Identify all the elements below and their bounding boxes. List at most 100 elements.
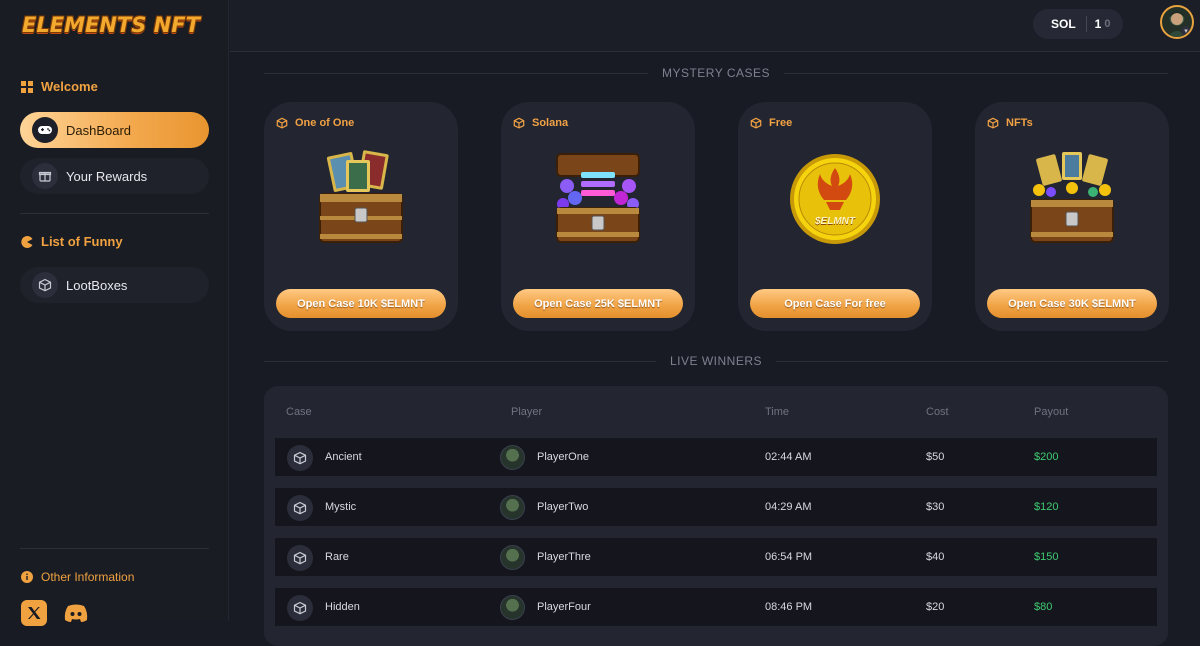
- sidebar-item-lootboxes[interactable]: LootBoxes: [20, 267, 209, 303]
- balance-main: 1: [1094, 17, 1102, 31]
- x-twitter-icon[interactable]: [21, 600, 47, 626]
- box-icon: [287, 445, 313, 471]
- open-case-button[interactable]: Open Case For free: [750, 289, 920, 318]
- sidebar-divider: [20, 548, 209, 549]
- cell-time: 06:54 PM: [765, 551, 813, 563]
- heading-line: [776, 360, 1169, 362]
- cell-time: 02:44 AM: [765, 451, 812, 463]
- section-other-information[interactable]: Other Information: [21, 570, 134, 584]
- table-row[interactable]: Hidden PlayerFour 08:46 PM $20 $80: [275, 588, 1157, 626]
- live-winners-table: Case Player Time Cost Payout Ancient Pla…: [264, 386, 1168, 646]
- table-row[interactable]: Rare PlayerThre 06:54 PM $40 $150: [275, 538, 1157, 576]
- cell-case: Hidden: [325, 601, 360, 613]
- case-title-text: One of One: [295, 117, 355, 129]
- info-icon: [21, 571, 33, 583]
- currency-label: SOL: [1051, 17, 1076, 31]
- grid-icon: [21, 80, 33, 93]
- table-row[interactable]: Ancient PlayerOne 02:44 AM $50 $200: [275, 438, 1157, 476]
- section-title-list-of-funny: List of Funny: [41, 234, 123, 249]
- wallet-balance-pill[interactable]: SOL 1 0: [1033, 9, 1123, 39]
- heading-line: [264, 360, 656, 362]
- heading-line: [784, 72, 1168, 74]
- cell-player: PlayerThre: [537, 551, 591, 563]
- case-card-nfts: NFTs Open Case 30K $ELMNT: [975, 102, 1169, 331]
- treasure-chest-solana-coins-image: [545, 146, 651, 252]
- cell-cost: $20: [926, 601, 945, 613]
- pacman-icon: [21, 235, 33, 248]
- live-winners-title: LIVE WINNERS: [670, 354, 763, 368]
- cell-case: Rare: [325, 551, 349, 563]
- cell-case: Ancient: [325, 451, 362, 463]
- cube-icon: [276, 117, 288, 129]
- cell-time: 04:29 AM: [765, 501, 812, 513]
- cell-player: PlayerTwo: [537, 501, 589, 513]
- case-card-title: Solana: [513, 117, 568, 129]
- player-avatar: [500, 495, 525, 520]
- cell-case: Mystic: [325, 501, 357, 513]
- section-list-of-funny: List of Funny: [21, 234, 123, 249]
- box-icon: [287, 595, 313, 621]
- gift-icon: [32, 163, 58, 189]
- player-avatar: [500, 595, 525, 620]
- user-avatar[interactable]: ▾: [1160, 5, 1194, 39]
- balance-sub: 0: [1104, 18, 1111, 30]
- case-card-title: One of One: [276, 117, 354, 129]
- cube-icon: [750, 117, 762, 129]
- brand-logo[interactable]: ELEMENTS NFT: [22, 13, 200, 41]
- chevron-down-icon: ▾: [1181, 26, 1191, 36]
- heading-line: [264, 72, 648, 74]
- gamepad-icon: [32, 117, 58, 143]
- top-header: SOL 1 0 ▾: [230, 0, 1200, 52]
- sidebar-item-your-rewards[interactable]: Your Rewards: [20, 158, 209, 194]
- box-icon: [287, 495, 313, 521]
- case-card-solana: Solana Open Case 25K $ELMNT: [501, 102, 695, 331]
- cell-payout: $200: [1034, 451, 1059, 463]
- elmnt-gold-coin-image: $ELMNT: [782, 146, 888, 252]
- case-card-title: NFTs: [987, 117, 1033, 129]
- cell-cost: $30: [926, 501, 945, 513]
- open-case-button[interactable]: Open Case 30K $ELMNT: [987, 289, 1157, 318]
- section-title-other-information: Other Information: [41, 570, 135, 584]
- table-row[interactable]: Mystic PlayerTwo 04:29 AM $30 $120: [275, 488, 1157, 526]
- player-avatar: [500, 445, 525, 470]
- treasure-chest-nfts-image: [1019, 146, 1125, 252]
- mystery-cases-title: MYSTERY CASES: [661, 66, 771, 80]
- open-case-button[interactable]: Open Case 10K $ELMNT: [276, 289, 446, 318]
- live-winners-heading: LIVE WINNERS: [264, 354, 1169, 368]
- cube-icon: [513, 117, 525, 129]
- cell-payout: $150: [1034, 551, 1059, 563]
- column-header-cost: Cost: [926, 406, 949, 418]
- case-card-one-of-one: One of One Open Case 10K $ELMNT: [264, 102, 458, 331]
- case-card-title: Free: [750, 117, 792, 129]
- sidebar-item-label: Your Rewards: [66, 168, 148, 184]
- case-card-free: Free $ELMNT Open Case For free: [738, 102, 932, 331]
- cell-player: PlayerOne: [537, 451, 589, 463]
- box-icon: [32, 272, 58, 298]
- cell-cost: $50: [926, 451, 945, 463]
- cube-icon: [987, 117, 999, 129]
- sidebar-divider: [20, 213, 209, 214]
- logo-text: ELEMENTS NFT: [22, 13, 200, 37]
- sidebar-item-dashboard[interactable]: DashBoard: [20, 112, 209, 148]
- cell-payout: $80: [1034, 601, 1053, 613]
- column-header-time: Time: [765, 406, 790, 418]
- sidebar-item-label: DashBoard: [66, 122, 132, 138]
- open-case-button[interactable]: Open Case 25K $ELMNT: [513, 289, 683, 318]
- column-header-case: Case: [286, 406, 312, 418]
- mystery-cases-heading: MYSTERY CASES: [264, 66, 1168, 80]
- player-avatar: [500, 545, 525, 570]
- cell-cost: $40: [926, 551, 945, 563]
- section-welcome: Welcome: [21, 79, 98, 94]
- treasure-chest-nft-cards-image: [308, 146, 414, 252]
- discord-icon[interactable]: [63, 600, 89, 626]
- coin-text: $ELMNT: [815, 216, 855, 227]
- column-header-payout: Payout: [1034, 406, 1069, 418]
- box-icon: [287, 545, 313, 571]
- cell-time: 08:46 PM: [765, 601, 813, 613]
- case-title-text: Solana: [532, 117, 569, 129]
- sidebar: ELEMENTS NFT Welcome DashBoard Your Rewa…: [0, 0, 229, 626]
- column-header-player: Player: [511, 406, 543, 418]
- sidebar-item-label: LootBoxes: [66, 277, 128, 293]
- case-title-text: Free: [769, 117, 793, 129]
- cell-payout: $120: [1034, 501, 1059, 513]
